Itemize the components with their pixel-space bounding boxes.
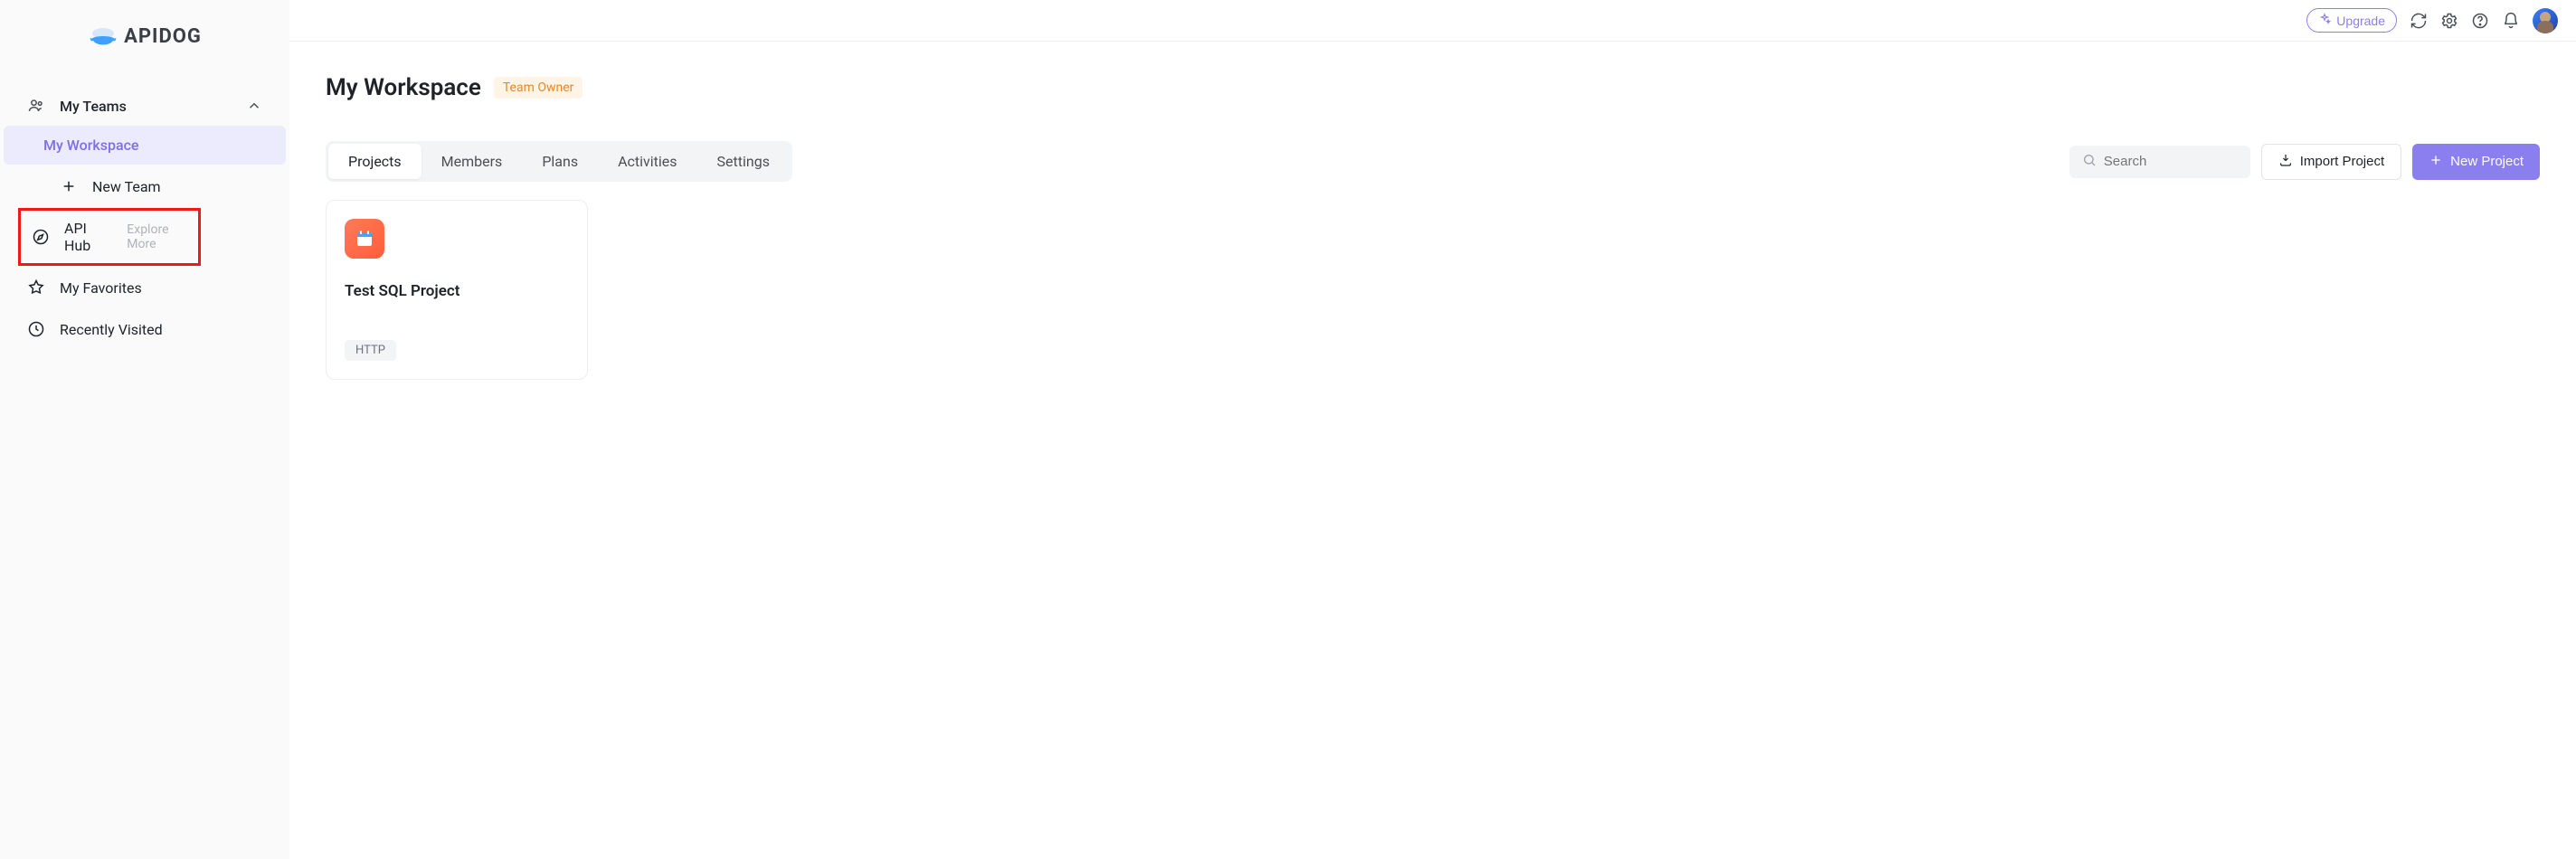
brand-text: APIDOG — [124, 25, 202, 48]
refresh-icon[interactable] — [2410, 12, 2428, 30]
sidebar-item-recent[interactable]: Recently Visited — [7, 309, 282, 349]
search-box[interactable] — [2069, 146, 2250, 178]
api-hub-hint: Explore More — [127, 222, 187, 251]
sparkle-icon — [2318, 13, 2331, 28]
upgrade-label: Upgrade — [2336, 14, 2385, 28]
compass-icon — [32, 228, 50, 246]
tab-plans[interactable]: Plans — [522, 144, 598, 179]
sidebar-item-workspace[interactable]: My Workspace — [4, 126, 286, 165]
new-project-button[interactable]: New Project — [2412, 144, 2540, 180]
tab-members[interactable]: Members — [421, 144, 523, 179]
sidebar: APIDOG My Teams M — [0, 0, 289, 859]
plus-icon — [60, 177, 78, 195]
settings-icon[interactable] — [2440, 12, 2458, 30]
people-icon — [27, 97, 45, 115]
project-name: Test SQL Project — [345, 282, 569, 300]
clock-icon — [27, 320, 45, 338]
bell-icon[interactable] — [2502, 12, 2520, 30]
sidebar-my-teams[interactable]: My Teams — [7, 88, 282, 124]
favorites-label: My Favorites — [60, 279, 142, 297]
new-project-label: New Project — [2450, 154, 2524, 169]
project-card[interactable]: Test SQL Project HTTP — [326, 200, 588, 380]
search-icon — [2082, 153, 2097, 171]
main: Upgrade — [289, 0, 2576, 859]
tab-projects[interactable]: Projects — [328, 144, 421, 179]
new-team-label: New Team — [92, 178, 161, 195]
workspace-label: My Workspace — [43, 137, 139, 154]
avatar[interactable] — [2533, 8, 2558, 33]
chevron-up-icon — [246, 98, 262, 114]
tab-activities[interactable]: Activities — [598, 144, 696, 179]
import-label: Import Project — [2300, 154, 2384, 169]
api-hub-label: API Hub — [64, 220, 107, 254]
logo[interactable]: APIDOG — [0, 25, 289, 48]
project-type-badge: HTTP — [345, 340, 396, 361]
recent-label: Recently Visited — [60, 321, 163, 338]
logo-icon — [88, 26, 118, 48]
page-title: My Workspace — [326, 74, 481, 101]
sidebar-item-favorites[interactable]: My Favorites — [7, 268, 282, 307]
my-teams-label: My Teams — [60, 98, 127, 115]
owner-badge: Team Owner — [494, 77, 583, 99]
import-project-button[interactable]: Import Project — [2261, 144, 2401, 180]
plus-icon — [2429, 153, 2443, 171]
help-icon[interactable] — [2471, 12, 2489, 30]
tabs: Projects Members Plans Activities Settin… — [326, 141, 792, 182]
upgrade-button[interactable]: Upgrade — [2306, 8, 2397, 33]
sidebar-item-api-hub[interactable]: API Hub Explore More — [18, 208, 201, 266]
tab-settings[interactable]: Settings — [697, 144, 790, 179]
topbar: Upgrade — [289, 0, 2576, 42]
sidebar-item-new-team[interactable]: New Team — [7, 166, 282, 206]
search-input[interactable] — [2104, 154, 2238, 169]
import-icon — [2278, 153, 2293, 171]
star-icon — [27, 278, 45, 297]
project-icon — [345, 219, 384, 259]
